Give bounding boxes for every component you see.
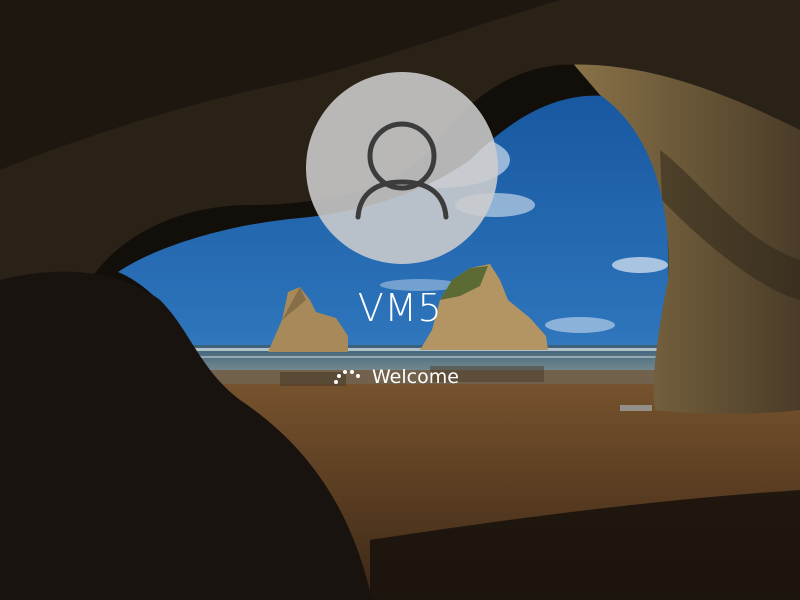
user-silhouette-icon [355,121,449,220]
user-avatar [306,72,498,264]
sign-in-status: Welcome [330,362,459,392]
loading-spinner-icon [334,370,360,384]
welcome-status-text: Welcome [372,366,459,388]
user-name-label: VM5 [357,286,443,330]
lock-screen: VM5 Welcome [0,0,800,600]
